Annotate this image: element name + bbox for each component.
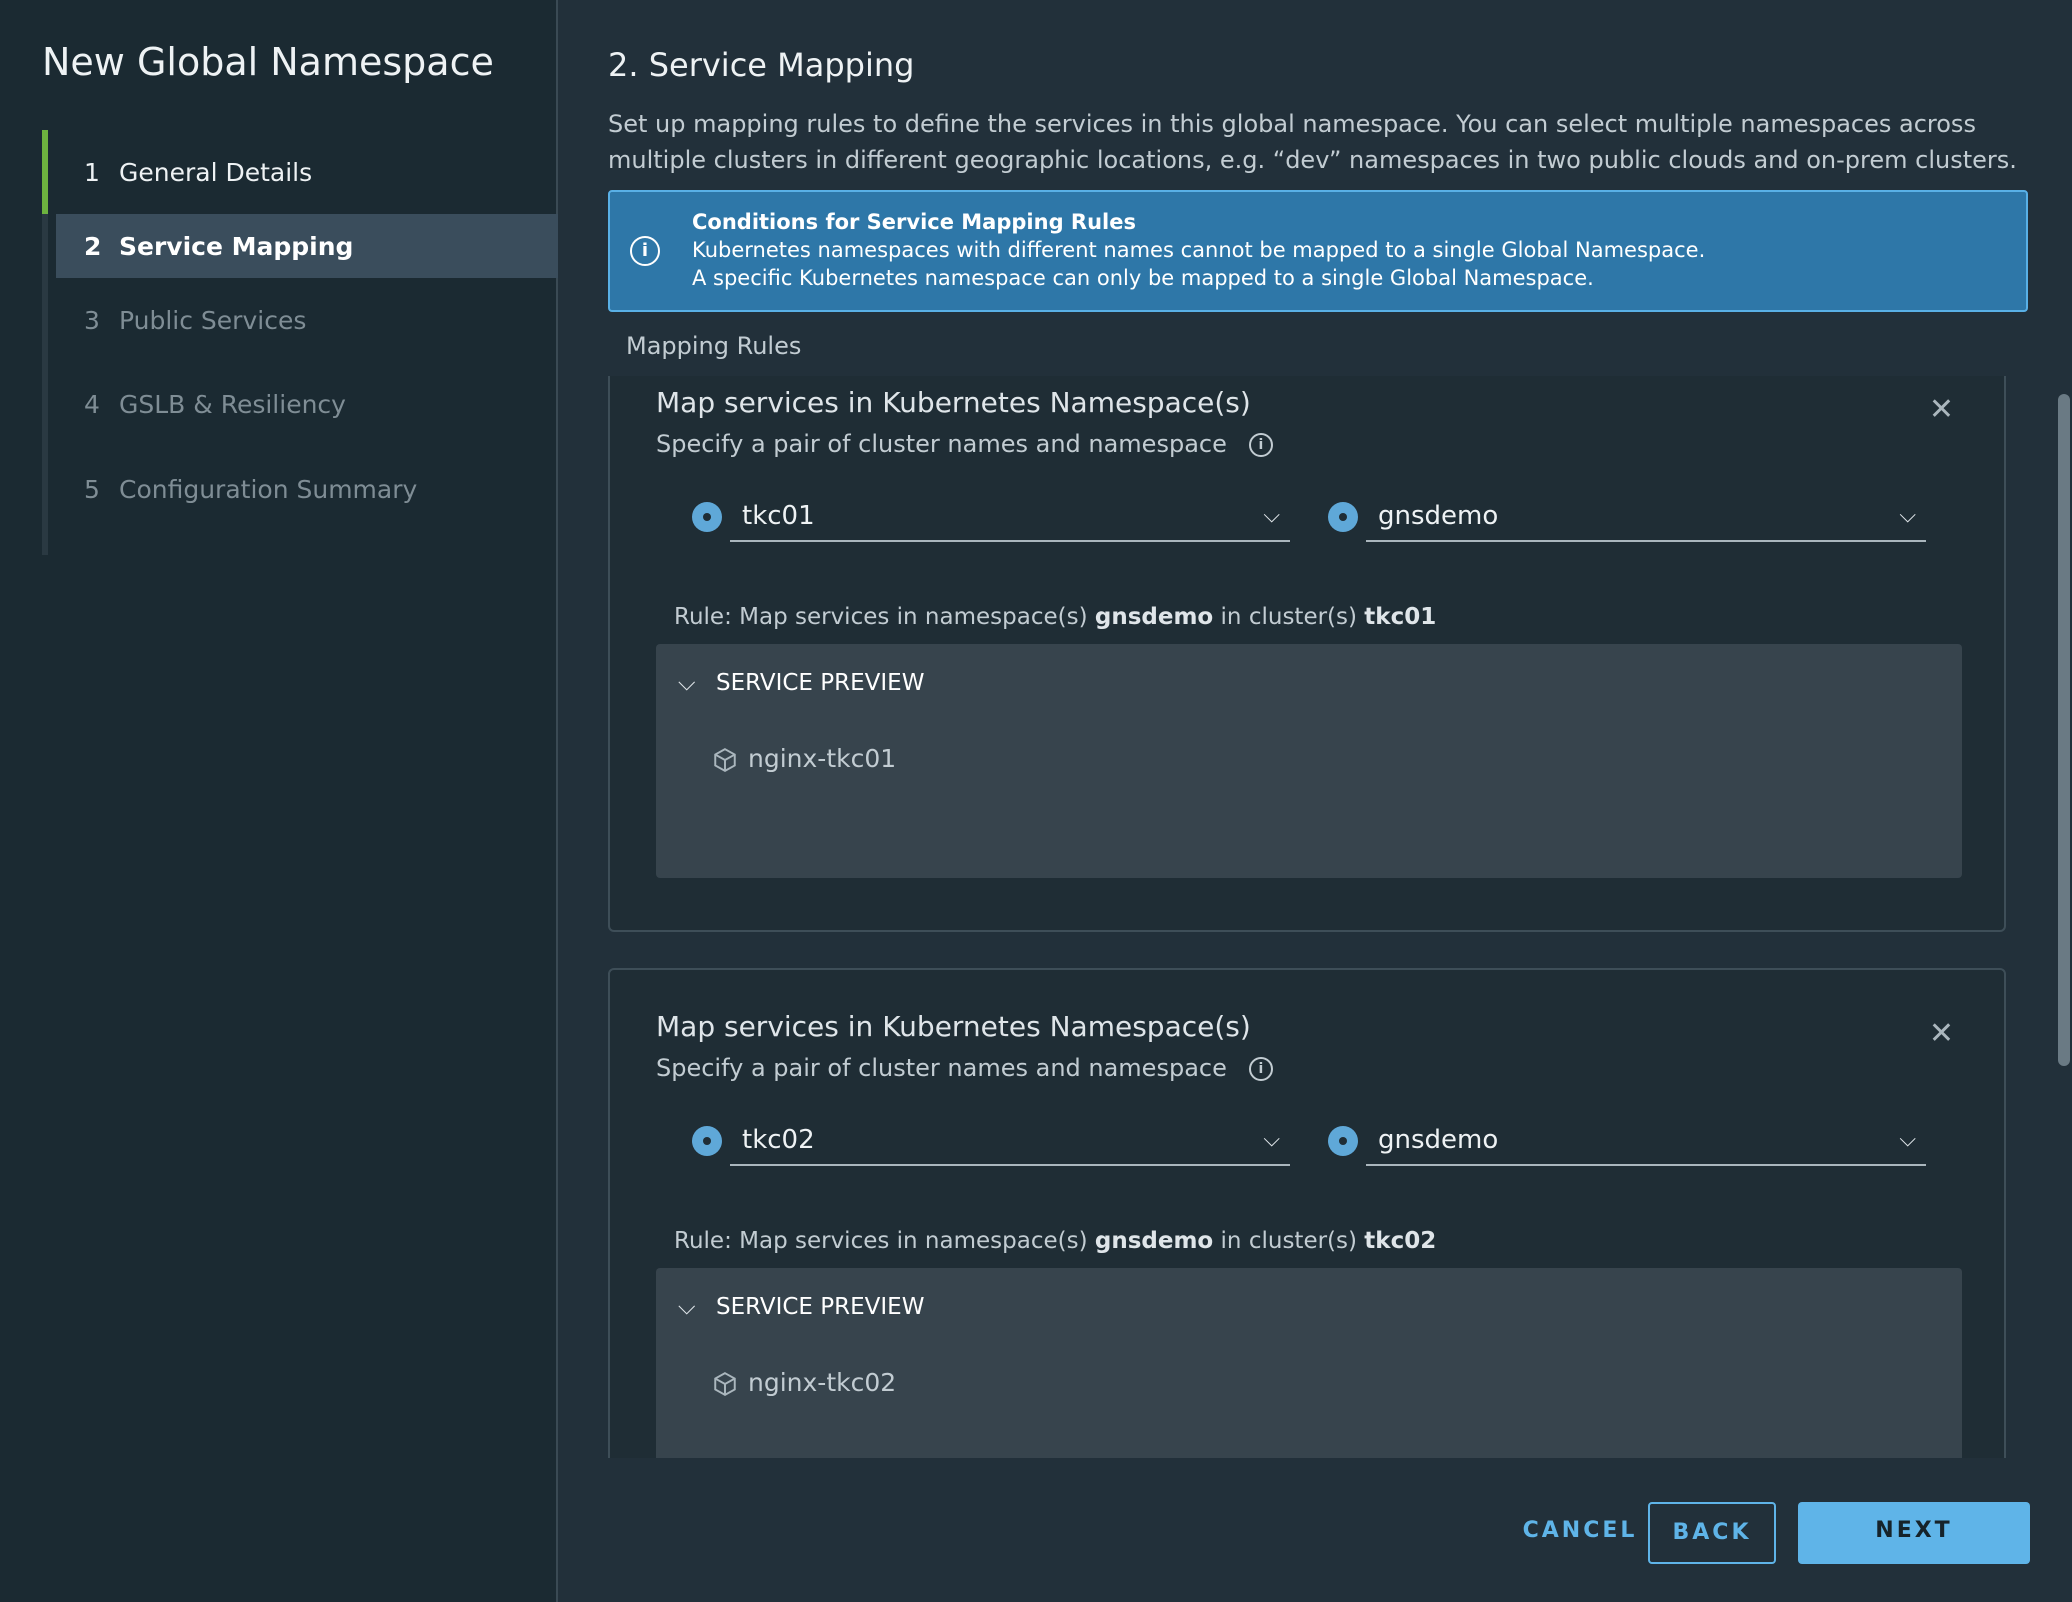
rule-card-subtitle-text: Specify a pair of cluster names and name…: [656, 1054, 1227, 1082]
step-label: Configuration Summary: [119, 475, 418, 504]
namespace-select-value: gnsdemo: [1378, 501, 1499, 531]
chevron-down-icon: ⌵: [678, 670, 696, 696]
namespace-status-icon: [1328, 502, 1358, 532]
chevron-down-icon: ⌵: [1899, 1127, 1916, 1152]
wizard-sidebar: New Global Namespace 1 General Details 2…: [0, 0, 558, 1602]
service-preview: ⌵ SERVICE PREVIEW nginx-tkc02: [656, 1268, 1962, 1458]
back-button[interactable]: BACK: [1648, 1502, 1776, 1564]
rule-card-subtitle: Specify a pair of cluster names and name…: [656, 1054, 1273, 1082]
cluster-select[interactable]: tkc01 ⌵: [692, 494, 1292, 544]
mapping-rules-list[interactable]: Map services in Kubernetes Namespace(s) …: [608, 376, 2008, 1458]
service-preview-toggle[interactable]: ⌵ SERVICE PREVIEW: [678, 1294, 924, 1320]
chevron-down-icon: ⌵: [678, 1294, 696, 1320]
rule-summary-namespace: gnsdemo: [1094, 604, 1214, 630]
step-configuration-summary[interactable]: 5 Configuration Summary: [42, 447, 558, 532]
step-service-mapping[interactable]: 2 Service Mapping: [56, 214, 558, 278]
namespace-select[interactable]: gnsdemo ⌵: [1328, 1118, 1928, 1168]
rule-card-subtitle-text: Specify a pair of cluster names and name…: [656, 430, 1227, 458]
page-description: Set up mapping rules to define the servi…: [608, 110, 2017, 174]
rule-card-title: Map services in Kubernetes Namespace(s): [656, 1010, 1251, 1043]
step-number: 1: [84, 157, 100, 187]
alert-title: Conditions for Service Mapping Rules: [692, 210, 1136, 234]
next-button[interactable]: NEXT: [1798, 1502, 2030, 1564]
cluster-select-value: tkc02: [742, 1125, 815, 1155]
namespace-select-field[interactable]: gnsdemo ⌵: [1366, 1118, 1926, 1166]
wizard-title: New Global Namespace: [42, 40, 494, 84]
step-label: Service Mapping: [119, 231, 354, 261]
info-circle-icon[interactable]: i: [1248, 1057, 1273, 1081]
rule-summary-mid: in cluster(s): [1220, 604, 1357, 630]
service-preview-label: SERVICE PREVIEW: [716, 670, 925, 696]
step-label: GSLB & Resiliency: [119, 390, 346, 419]
cluster-select[interactable]: tkc02 ⌵: [692, 1118, 1292, 1168]
step-number: 2: [84, 231, 102, 261]
namespace-select-value: gnsdemo: [1378, 1125, 1499, 1155]
mapping-rules-label: Mapping Rules: [626, 332, 802, 360]
cluster-select-field[interactable]: tkc01 ⌵: [730, 494, 1290, 542]
rule-summary-prefix: Rule: Map services in namespace(s): [674, 604, 1088, 630]
service-preview: ⌵ SERVICE PREVIEW nginx-tkc01: [656, 644, 1962, 878]
namespace-select-field[interactable]: gnsdemo ⌵: [1366, 494, 1926, 542]
cube-icon: [714, 1372, 736, 1396]
page-title: 2. Service Mapping: [608, 46, 915, 84]
chevron-down-icon: ⌵: [1263, 1127, 1280, 1152]
close-icon[interactable]: ✕: [1929, 1016, 1954, 1051]
step-public-services[interactable]: 3 Public Services: [42, 278, 558, 362]
close-icon[interactable]: ✕: [1929, 392, 1954, 427]
service-name: nginx-tkc02: [748, 1368, 897, 1397]
step-label: General Details: [119, 157, 313, 187]
rule-card-title: Map services in Kubernetes Namespace(s): [656, 386, 1251, 419]
cluster-select-field[interactable]: tkc02 ⌵: [730, 1118, 1290, 1166]
rule-summary-cluster: tkc01: [1364, 604, 1437, 630]
namespace-select[interactable]: gnsdemo ⌵: [1328, 494, 1928, 544]
wizard-steps: 1 General Details 2 Service Mapping 3 Pu…: [42, 130, 558, 555]
rule-summary-cluster: tkc02: [1364, 1228, 1437, 1254]
step-gslb-resiliency[interactable]: 4 GSLB & Resiliency: [42, 362, 558, 447]
cube-icon: [714, 748, 736, 772]
rule-summary: Rule: Map services in namespace(s) gnsde…: [674, 1228, 1436, 1254]
service-name: nginx-tkc01: [748, 744, 897, 773]
step-number: 3: [84, 305, 100, 335]
info-circle-icon[interactable]: i: [1248, 433, 1273, 457]
service-item: nginx-tkc02: [712, 1368, 896, 1397]
rule-summary-mid: in cluster(s): [1220, 1228, 1357, 1254]
chevron-down-icon: ⌵: [1899, 503, 1916, 528]
info-alert: i Conditions for Service Mapping Rules K…: [608, 190, 2028, 312]
step-number: 5: [84, 475, 100, 504]
step-label: Public Services: [119, 305, 307, 335]
service-preview-label: SERVICE PREVIEW: [716, 1294, 925, 1320]
cluster-select-value: tkc01: [742, 501, 815, 531]
scrollbar-thumb[interactable]: [2058, 394, 2070, 1066]
alert-line-1: Kubernetes namespaces with different nam…: [692, 238, 1706, 262]
chevron-down-icon: ⌵: [1263, 503, 1280, 528]
service-item: nginx-tkc01: [712, 744, 896, 773]
info-circle-icon: i: [630, 236, 660, 266]
cluster-status-icon: [692, 1126, 722, 1156]
service-preview-toggle[interactable]: ⌵ SERVICE PREVIEW: [678, 670, 924, 696]
namespace-status-icon: [1328, 1126, 1358, 1156]
cluster-status-icon: [692, 502, 722, 532]
rule-summary-prefix: Rule: Map services in namespace(s): [674, 1228, 1088, 1254]
rule-card-subtitle: Specify a pair of cluster names and name…: [656, 430, 1273, 458]
alert-line-2: A specific Kubernetes namespace can only…: [692, 266, 1594, 290]
step-general-details[interactable]: 1 General Details: [42, 130, 558, 214]
mapping-rule-card: Map services in Kubernetes Namespace(s) …: [608, 376, 2006, 932]
cancel-button[interactable]: CANCEL: [1500, 1502, 1660, 1564]
rule-summary: Rule: Map services in namespace(s) gnsde…: [674, 604, 1436, 630]
rule-summary-namespace: gnsdemo: [1094, 1228, 1214, 1254]
mapping-rule-card: Map services in Kubernetes Namespace(s) …: [608, 968, 2006, 1458]
main-panel: 2. Service Mapping Set up mapping rules …: [560, 0, 2072, 1602]
step-number: 4: [84, 390, 100, 419]
